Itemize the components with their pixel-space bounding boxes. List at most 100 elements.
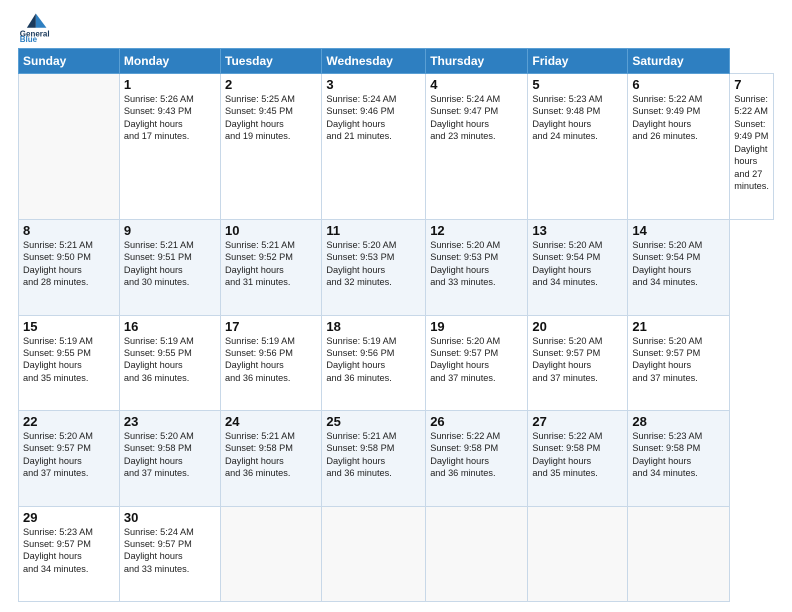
day-info: Sunrise: 5:19 AMSunset: 9:56 PMDaylight … [225, 335, 317, 385]
day-number: 3 [326, 77, 421, 92]
calendar-cell: 28Sunrise: 5:23 AMSunset: 9:58 PMDayligh… [628, 411, 730, 506]
day-info: Sunrise: 5:21 AMSunset: 9:58 PMDaylight … [225, 430, 317, 480]
day-number: 28 [632, 414, 725, 429]
calendar-header-thursday: Thursday [426, 49, 528, 74]
day-number: 8 [23, 223, 115, 238]
day-info: Sunrise: 5:24 AMSunset: 9:47 PMDaylight … [430, 93, 523, 143]
calendar-cell: 15Sunrise: 5:19 AMSunset: 9:55 PMDayligh… [19, 315, 120, 410]
calendar-cell: 22Sunrise: 5:20 AMSunset: 9:57 PMDayligh… [19, 411, 120, 506]
calendar-cell: 21Sunrise: 5:20 AMSunset: 9:57 PMDayligh… [628, 315, 730, 410]
day-info: Sunrise: 5:23 AMSunset: 9:57 PMDaylight … [23, 526, 115, 576]
calendar-header-sunday: Sunday [19, 49, 120, 74]
day-info: Sunrise: 5:19 AMSunset: 9:55 PMDaylight … [23, 335, 115, 385]
calendar-week-1: 1Sunrise: 5:26 AMSunset: 9:43 PMDaylight… [19, 74, 774, 220]
calendar-cell [426, 506, 528, 602]
day-number: 6 [632, 77, 725, 92]
day-info: Sunrise: 5:22 AMSunset: 9:49 PMDaylight … [632, 93, 725, 143]
calendar-cell [322, 506, 426, 602]
calendar-cell: 30Sunrise: 5:24 AMSunset: 9:57 PMDayligh… [119, 506, 220, 602]
day-number: 17 [225, 319, 317, 334]
day-number: 13 [532, 223, 623, 238]
day-number: 1 [124, 77, 216, 92]
day-number: 4 [430, 77, 523, 92]
day-info: Sunrise: 5:21 AMSunset: 9:52 PMDaylight … [225, 239, 317, 289]
day-number: 20 [532, 319, 623, 334]
day-info: Sunrise: 5:24 AMSunset: 9:46 PMDaylight … [326, 93, 421, 143]
day-info: Sunrise: 5:22 AMSunset: 9:58 PMDaylight … [430, 430, 523, 480]
day-info: Sunrise: 5:21 AMSunset: 9:50 PMDaylight … [23, 239, 115, 289]
day-number: 24 [225, 414, 317, 429]
day-info: Sunrise: 5:26 AMSunset: 9:43 PMDaylight … [124, 93, 216, 143]
calendar-cell: 19Sunrise: 5:20 AMSunset: 9:57 PMDayligh… [426, 315, 528, 410]
logo-icon: General Blue [18, 10, 50, 42]
day-info: Sunrise: 5:21 AMSunset: 9:51 PMDaylight … [124, 239, 216, 289]
calendar-header-friday: Friday [528, 49, 628, 74]
calendar-cell [528, 506, 628, 602]
calendar-cell: 13Sunrise: 5:20 AMSunset: 9:54 PMDayligh… [528, 220, 628, 315]
calendar-cell: 29Sunrise: 5:23 AMSunset: 9:57 PMDayligh… [19, 506, 120, 602]
calendar-cell: 9Sunrise: 5:21 AMSunset: 9:51 PMDaylight… [119, 220, 220, 315]
logo: General Blue [18, 10, 50, 42]
calendar-week-2: 8Sunrise: 5:21 AMSunset: 9:50 PMDaylight… [19, 220, 774, 315]
day-info: Sunrise: 5:25 AMSunset: 9:45 PMDaylight … [225, 93, 317, 143]
calendar-week-5: 29Sunrise: 5:23 AMSunset: 9:57 PMDayligh… [19, 506, 774, 602]
day-info: Sunrise: 5:20 AMSunset: 9:54 PMDaylight … [632, 239, 725, 289]
day-number: 9 [124, 223, 216, 238]
calendar-header-saturday: Saturday [628, 49, 730, 74]
day-info: Sunrise: 5:20 AMSunset: 9:57 PMDaylight … [430, 335, 523, 385]
day-number: 22 [23, 414, 115, 429]
day-number: 12 [430, 223, 523, 238]
day-number: 25 [326, 414, 421, 429]
calendar-header-monday: Monday [119, 49, 220, 74]
day-number: 26 [430, 414, 523, 429]
calendar-cell: 1Sunrise: 5:26 AMSunset: 9:43 PMDaylight… [119, 74, 220, 220]
calendar-cell: 25Sunrise: 5:21 AMSunset: 9:58 PMDayligh… [322, 411, 426, 506]
day-number: 21 [632, 319, 725, 334]
day-info: Sunrise: 5:20 AMSunset: 9:57 PMDaylight … [532, 335, 623, 385]
day-number: 10 [225, 223, 317, 238]
calendar-cell: 17Sunrise: 5:19 AMSunset: 9:56 PMDayligh… [221, 315, 322, 410]
day-number: 15 [23, 319, 115, 334]
day-number: 29 [23, 510, 115, 525]
day-number: 27 [532, 414, 623, 429]
empty-cell [19, 74, 120, 220]
day-number: 14 [632, 223, 725, 238]
day-info: Sunrise: 5:22 AMSunset: 9:58 PMDaylight … [532, 430, 623, 480]
calendar-week-3: 15Sunrise: 5:19 AMSunset: 9:55 PMDayligh… [19, 315, 774, 410]
day-number: 5 [532, 77, 623, 92]
day-info: Sunrise: 5:19 AMSunset: 9:56 PMDaylight … [326, 335, 421, 385]
day-number: 11 [326, 223, 421, 238]
day-info: Sunrise: 5:20 AMSunset: 9:53 PMDaylight … [326, 239, 421, 289]
svg-text:Blue: Blue [20, 35, 38, 42]
day-info: Sunrise: 5:20 AMSunset: 9:57 PMDaylight … [23, 430, 115, 480]
calendar-cell: 8Sunrise: 5:21 AMSunset: 9:50 PMDaylight… [19, 220, 120, 315]
day-info: Sunrise: 5:19 AMSunset: 9:55 PMDaylight … [124, 335, 216, 385]
calendar-cell [628, 506, 730, 602]
calendar-cell: 3Sunrise: 5:24 AMSunset: 9:46 PMDaylight… [322, 74, 426, 220]
calendar-cell: 26Sunrise: 5:22 AMSunset: 9:58 PMDayligh… [426, 411, 528, 506]
calendar-cell: 5Sunrise: 5:23 AMSunset: 9:48 PMDaylight… [528, 74, 628, 220]
calendar-cell: 7Sunrise: 5:22 AMSunset: 9:49 PMDaylight… [730, 74, 774, 220]
day-info: Sunrise: 5:20 AMSunset: 9:57 PMDaylight … [632, 335, 725, 385]
day-number: 7 [734, 77, 769, 92]
day-number: 23 [124, 414, 216, 429]
calendar-cell: 12Sunrise: 5:20 AMSunset: 9:53 PMDayligh… [426, 220, 528, 315]
calendar-cell: 11Sunrise: 5:20 AMSunset: 9:53 PMDayligh… [322, 220, 426, 315]
calendar-cell: 2Sunrise: 5:25 AMSunset: 9:45 PMDaylight… [221, 74, 322, 220]
day-number: 19 [430, 319, 523, 334]
day-number: 30 [124, 510, 216, 525]
calendar-cell: 20Sunrise: 5:20 AMSunset: 9:57 PMDayligh… [528, 315, 628, 410]
page: General Blue SundayMondayTuesdayWednesda… [0, 0, 792, 612]
calendar-cell: 14Sunrise: 5:20 AMSunset: 9:54 PMDayligh… [628, 220, 730, 315]
day-number: 18 [326, 319, 421, 334]
day-info: Sunrise: 5:23 AMSunset: 9:58 PMDaylight … [632, 430, 725, 480]
day-number: 2 [225, 77, 317, 92]
calendar-cell: 24Sunrise: 5:21 AMSunset: 9:58 PMDayligh… [221, 411, 322, 506]
day-info: Sunrise: 5:20 AMSunset: 9:58 PMDaylight … [124, 430, 216, 480]
day-info: Sunrise: 5:20 AMSunset: 9:53 PMDaylight … [430, 239, 523, 289]
calendar-header-row: SundayMondayTuesdayWednesdayThursdayFrid… [19, 49, 774, 74]
calendar-header-tuesday: Tuesday [221, 49, 322, 74]
day-info: Sunrise: 5:21 AMSunset: 9:58 PMDaylight … [326, 430, 421, 480]
day-number: 16 [124, 319, 216, 334]
day-info: Sunrise: 5:23 AMSunset: 9:48 PMDaylight … [532, 93, 623, 143]
